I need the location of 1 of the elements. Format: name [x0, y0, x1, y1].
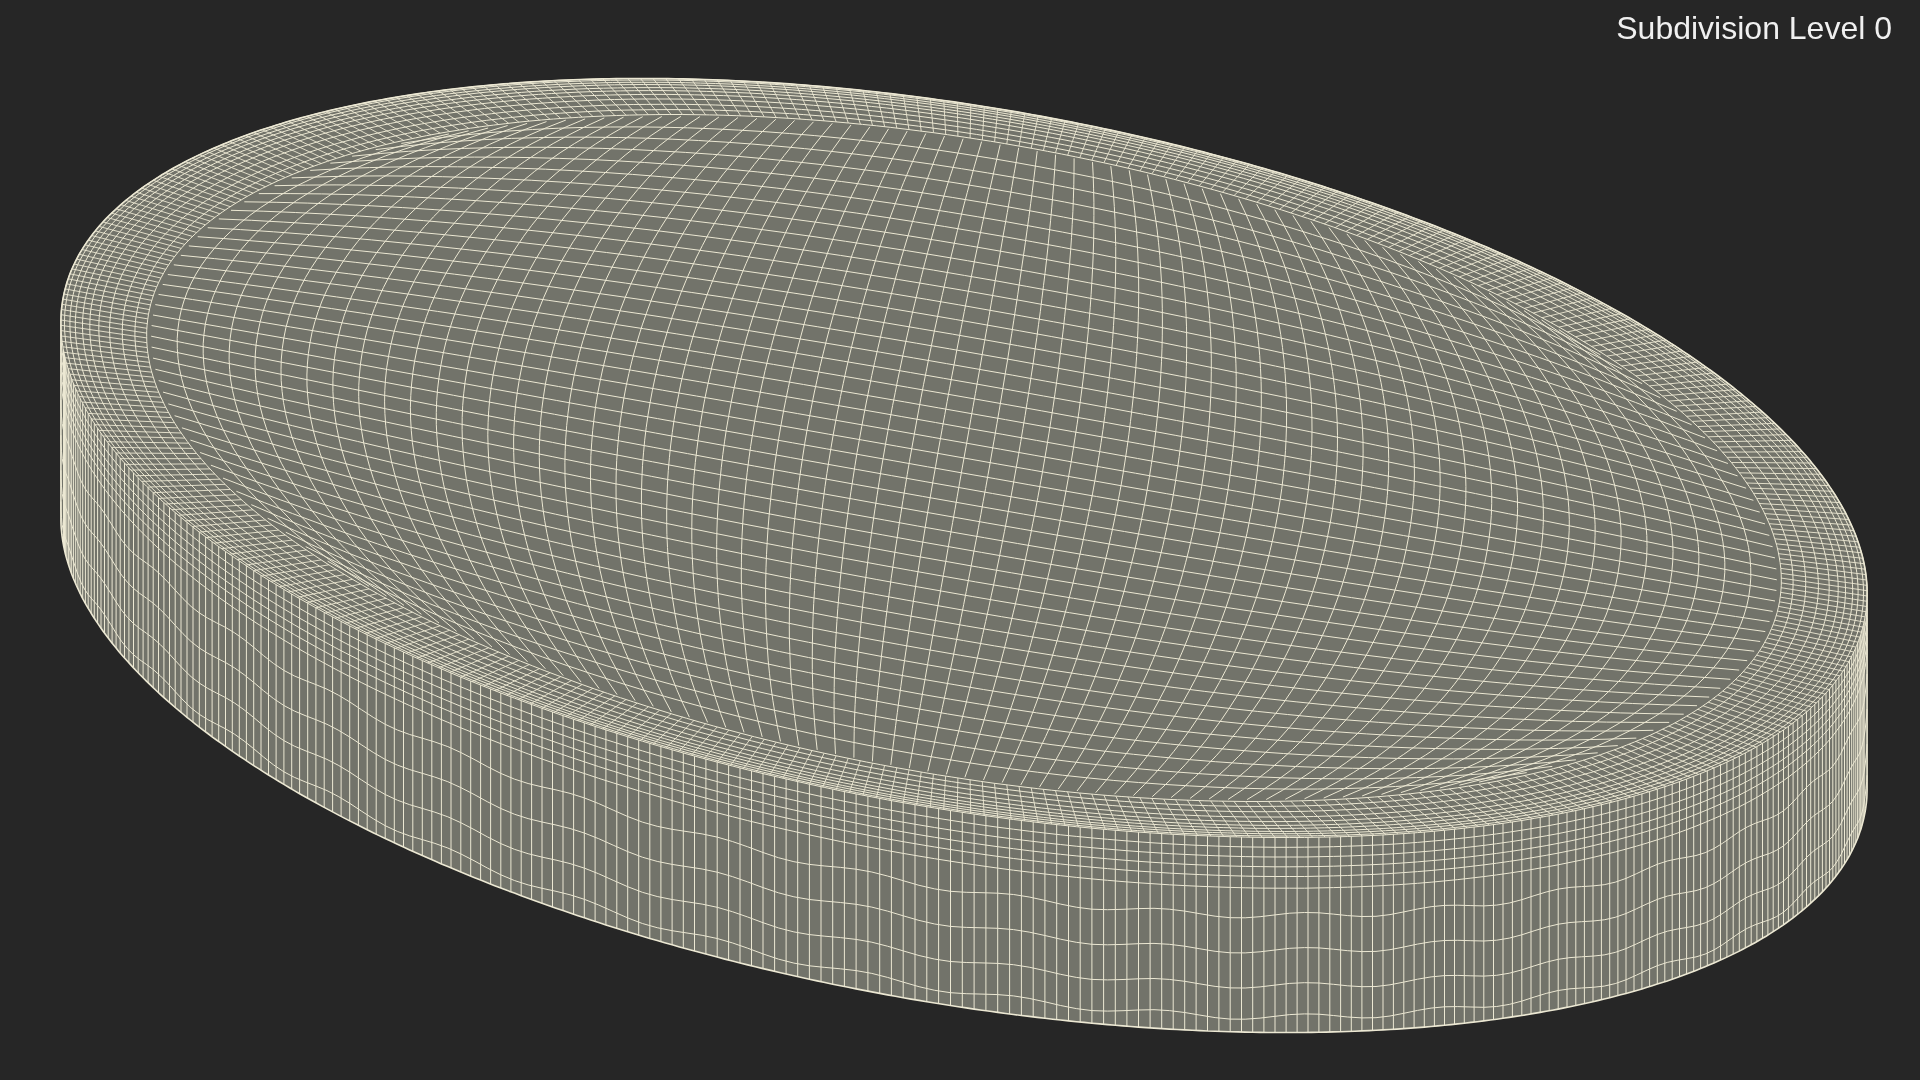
- subdivision-level-label: Subdivision Level 0: [1616, 12, 1892, 44]
